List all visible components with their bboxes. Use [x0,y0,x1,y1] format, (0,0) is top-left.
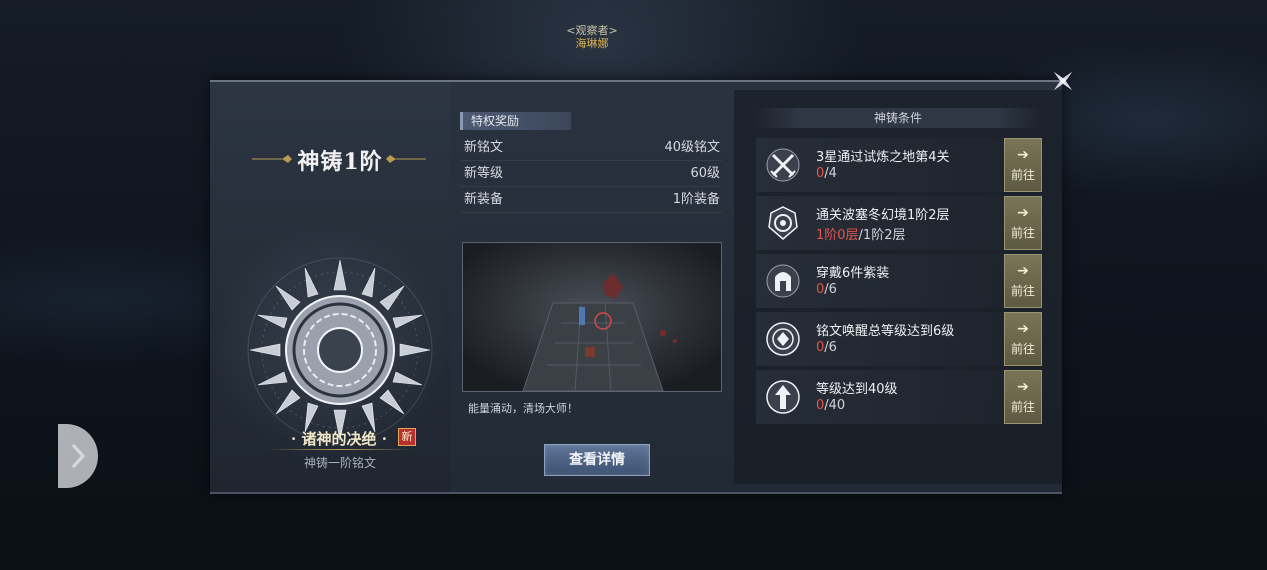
preview-caption: 能量涌动，清场大师！ [468,402,578,415]
condition-row: 等级达到40级 0/40 ➔ 前往 [756,370,1042,424]
reward-row: 新等级 60级 [460,162,722,187]
arrow-right-icon: ➔ [1017,320,1029,337]
observer-role: <观察者> [566,24,618,37]
condition-row: 铭文唤醒总等级达到6级 0/6 ➔ 前往 [756,312,1042,366]
reward-value: 40级铭文 [664,140,720,155]
condition-title: 通关波塞冬幻境1阶2层 [816,208,950,223]
arrow-right-icon: ➔ [1017,204,1029,221]
condition-title: 等级达到40级 [816,382,898,397]
sun-rune-emblem-icon [247,257,433,443]
observer-tag: <观察者> 海琳娜 [560,24,624,50]
close-icon [1053,71,1073,91]
title-ornament-right-icon [386,155,426,163]
reward-row: 新铭文 40级铭文 [460,136,722,161]
condition-row: 通关波塞冬幻境1阶2层 1阶0层/1阶2层 ➔ 前往 [756,196,1042,250]
tier-column: 神铸1阶 · 诸神的决绝 · 新 神铸一阶铭文 [210,82,450,492]
rune-subtitle: 神铸一阶铭文 [303,456,376,470]
condition-row: 穿戴6件紫装 0/6 ➔ 前往 [756,254,1042,308]
spiral-crest-icon [764,204,802,242]
progress-current: 1阶0层 [816,228,859,243]
new-badge: 新 [398,428,416,446]
condition-progress: 0/40 [816,398,845,413]
condition-title: 3星通过试炼之地第4关 [816,150,950,165]
close-button[interactable] [1046,64,1080,98]
condition-progress: 0/6 [816,282,837,297]
condition-row: 3星通过试炼之地第4关 0/4 ➔ 前往 [756,138,1042,192]
go-button-label: 前往 [1010,225,1035,240]
rewards-header: 特权奖励 [460,112,571,130]
go-button-label: 前往 [1010,399,1035,414]
god-forge-panel: 神铸1阶 · 诸神的决绝 · 新 神铸一阶铭文 特权奖励 新铭文 40级铭文 新… [210,80,1062,494]
go-button[interactable]: ➔ 前往 [1004,312,1042,366]
go-button-label: 前往 [1010,283,1035,298]
progress-target: /4 [824,166,837,181]
condition-title: 穿戴6件紫装 [816,266,890,281]
condition-title: 铭文唤醒总等级达到6级 [816,324,955,339]
progress-target: /40 [824,398,846,413]
arrow-right-icon: ➔ [1017,262,1029,279]
reward-row: 新装备 1阶装备 [460,188,722,213]
go-button[interactable]: ➔ 前往 [1004,196,1042,250]
crossed-swords-icon [764,146,802,184]
go-button[interactable]: ➔ 前往 [1004,138,1042,192]
condition-progress: 0/6 [816,340,837,355]
arrow-right-icon: ➔ [1017,146,1029,163]
progress-target: /6 [824,340,837,355]
reward-key: 新等级 [464,166,504,181]
arrow-right-icon: ➔ [1017,378,1029,395]
reward-value: 60级 [690,166,720,181]
condition-progress: 0/4 [816,166,837,181]
progress-target: /6 [824,282,837,297]
reward-key: 新装备 [464,192,504,207]
skill-preview-video[interactable] [462,242,722,392]
rune-eye-icon [764,320,802,358]
go-button[interactable]: ➔ 前往 [1004,370,1042,424]
observer-name: 海琳娜 [575,37,609,50]
level-arrow-icon [764,378,802,416]
rune-name: · 诸神的决绝 · [291,430,387,448]
view-details-button[interactable]: 查看详情 [544,444,650,476]
go-button-label: 前往 [1010,167,1035,182]
conditions-header: 神铸条件 [754,108,1042,128]
reward-key: 新铭文 [464,140,504,155]
rune-divider [265,449,415,450]
go-button-label: 前往 [1010,341,1035,356]
helmet-icon [764,262,802,300]
condition-progress: 1阶0层/1阶2层 [816,224,905,243]
preview-scene-icon [463,243,721,391]
chevron-right-icon [71,443,86,469]
go-button[interactable]: ➔ 前往 [1004,254,1042,308]
reward-value: 1阶装备 [672,192,720,207]
progress-target: /1阶2层 [858,228,906,243]
conditions-column: 神铸条件 3星通过试炼之地第4关 0/4 ➔ 前往 通关波塞冬幻境1阶2层 1阶… [734,90,1062,484]
